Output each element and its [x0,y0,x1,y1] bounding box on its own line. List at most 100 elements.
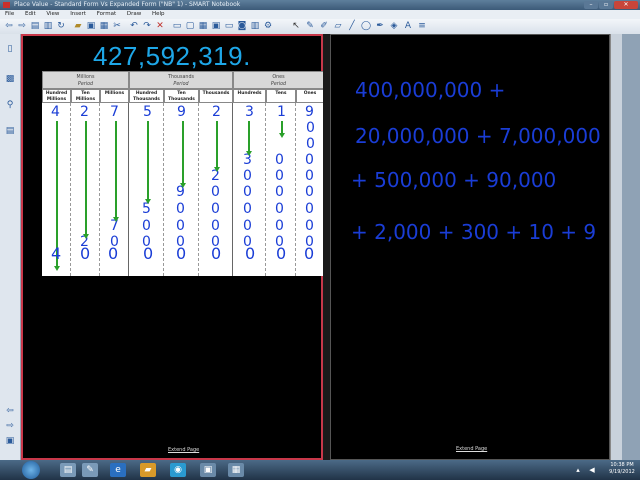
handwritten-digit: 5 [143,104,152,120]
column-header-line: Millions [75,96,96,102]
expanded-form-line: 20,000,000 + 7,000,000 [355,124,601,148]
table-icon[interactable]: ▦ [197,20,209,32]
notebook-page-2[interactable]: 400,000,000 + 20,000,000 + 7,000,000 + 5… [330,34,610,460]
menu-bar: File Edit View Insert Format Draw Help [0,10,640,19]
menu-format[interactable]: Format [97,11,116,17]
handwritten-digit: 0 [275,168,284,184]
page-sorter-icon[interactable]: ▯ [3,42,17,56]
back-icon[interactable]: ⇦ [3,20,15,32]
properties-icon[interactable]: ≡ [416,20,428,32]
pen-icon[interactable]: ✎ [304,20,316,32]
handwritten-digit: 0 [305,218,314,234]
line-icon[interactable]: ╱ [346,20,358,32]
tray-volume-icon[interactable]: ◀ [586,463,598,477]
delete-icon[interactable]: ✕ [154,20,166,32]
maximize-button[interactable]: ▫ [599,1,613,9]
smart-tools-icon[interactable]: ▦ [228,463,244,477]
tray-flag-icon[interactable]: ▴ [572,463,584,477]
refresh-icon[interactable]: ↻ [55,20,67,32]
desktop-background-strip [622,34,640,460]
standard-form-number: 427,592,319. [93,41,251,71]
undo-icon[interactable]: ↶ [128,20,140,32]
side-tab-bar: ▯ ▩ ⚲ ▤ ⇦ ⇨ ▣ [0,34,21,460]
notebook-page-1[interactable]: 427,592,319. Millions Period Thousands P… [21,34,324,460]
column-header-line: Thousands [133,96,160,102]
tab-option-icon[interactable]: ▣ [3,434,17,448]
fill-icon[interactable]: ◈ [388,20,400,32]
handwritten-digit: 0 [305,201,314,217]
explorer-icon[interactable]: ▤ [60,463,76,477]
column-header-line: Thousands [168,96,195,102]
column-header-line: Hundred [45,91,68,96]
eraser-icon[interactable]: ▱ [332,20,344,32]
period-thousands: Thousands Period [129,71,233,89]
start-button[interactable] [22,461,40,479]
gallery-icon[interactable]: ▩ [3,72,17,86]
notebook-app-icon[interactable]: ▣ [200,463,216,477]
green-arrow [115,121,117,219]
handwritten-digit: 0 [275,201,284,217]
display-icon[interactable]: ▭ [223,20,235,32]
tabs-right-icon[interactable]: ⇨ [3,419,17,433]
handwritten-digit: 0 [142,218,151,234]
dual-page-icon[interactable]: ▥ [249,20,261,32]
green-arrow [216,121,218,169]
shapes-icon[interactable]: ◯ [360,20,372,32]
internet-explorer-icon[interactable]: e [110,463,126,477]
menu-draw[interactable]: Draw [127,11,141,17]
cut-icon[interactable]: ✂ [111,20,123,32]
settings-icon[interactable]: ⚙ [262,20,274,32]
menu-edit[interactable]: Edit [25,11,36,17]
column-header: Hundred Thousands [129,89,164,103]
extend-page-link[interactable]: Extend Page [456,446,487,452]
media-icon[interactable]: ◉ [170,463,186,477]
system-clock[interactable]: 10:38 PM 9/19/2012 [605,462,639,476]
column-header: Millions [100,89,129,103]
column-header: Hundreds [233,89,266,103]
page-gutter [323,34,330,460]
forward-icon[interactable]: ⇨ [16,20,28,32]
close-button[interactable]: ✕ [614,1,638,9]
creative-pen-icon[interactable]: ✐ [318,20,330,32]
handwritten-digit: 2 [212,104,221,120]
expanded-form-line: + 2,000 + 300 + 10 + 9 [351,220,597,244]
arrowhead [214,167,220,172]
open-icon[interactable]: ▰ [72,20,84,32]
minimize-button[interactable]: – [584,1,598,9]
screen-shade-icon[interactable]: ▭ [171,20,183,32]
menu-view[interactable]: View [46,11,59,17]
extend-page-link[interactable]: Extend Page [168,447,199,453]
text-icon[interactable]: A [402,20,414,32]
menu-file[interactable]: File [5,11,14,17]
green-arrow [85,121,87,236]
add-page-icon[interactable]: ▤ [29,20,41,32]
capture-icon[interactable]: ▣ [210,20,222,32]
expanded-form-line: + 500,000 + 90,000 [351,168,557,192]
delete-page-icon[interactable]: ▥ [42,20,54,32]
save-icon[interactable]: ▣ [85,20,97,32]
handwritten-digit: 0 [306,136,315,152]
magic-pen-icon[interactable]: ✒ [374,20,386,32]
full-screen-icon[interactable]: ▢ [184,20,196,32]
handwritten-digit: 0 [275,184,284,200]
column-header: Ones [296,89,324,103]
attachments-icon[interactable]: ⚲ [3,98,17,112]
paste-icon[interactable]: ▦ [98,20,110,32]
handwritten-digit: 0 [211,184,220,200]
properties-tab-icon[interactable]: ▤ [3,124,17,138]
handwritten-digit: 0 [243,201,252,217]
arrowhead [54,266,60,271]
menu-insert[interactable]: Insert [70,11,86,17]
select-icon[interactable]: ↖ [290,20,302,32]
column-header-line: Tens [275,91,287,96]
tabs-left-icon[interactable]: ⇦ [3,404,17,418]
paint-icon[interactable]: ✎ [82,463,98,477]
menu-help[interactable]: Help [152,11,165,17]
redo-icon[interactable]: ↷ [141,20,153,32]
folder-icon[interactable]: ▰ [140,463,156,477]
document-camera-icon[interactable]: ◙ [236,20,248,32]
result-digit: 0 [211,244,222,263]
period-sub: Period [173,82,189,87]
column-header: Tens [266,89,296,103]
period-sub: Period [77,82,94,87]
